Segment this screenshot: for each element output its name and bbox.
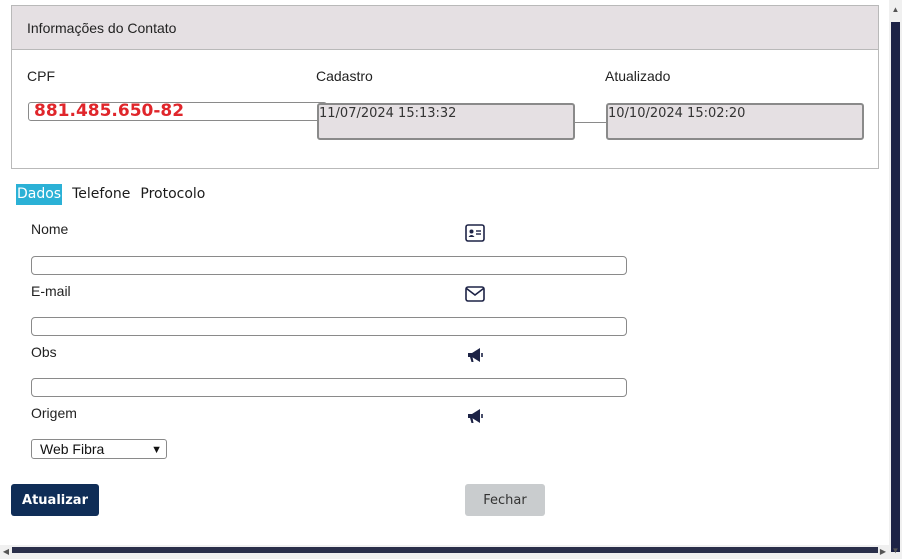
obs-input[interactable] <box>31 378 627 397</box>
divider <box>575 122 607 123</box>
scroll-right-icon[interactable]: ▶ <box>877 545 889 559</box>
tab-telefone[interactable]: Telefone <box>72 184 130 205</box>
fechar-button[interactable]: Fechar <box>465 484 545 516</box>
nome-label: Nome <box>31 221 69 237</box>
cpf-label: CPF <box>27 68 55 84</box>
tab-dados[interactable]: Dados <box>16 184 63 205</box>
panel-header: Informações do Contato <box>12 6 878 50</box>
origem-select[interactable]: Web Fibra ▼ <box>31 439 167 459</box>
cadastro-label: Cadastro <box>316 68 373 84</box>
origem-selected-value: Web Fibra <box>40 441 105 457</box>
megaphone-icon <box>465 345 485 365</box>
atualizado-label: Atualizado <box>605 68 671 84</box>
obs-label: Obs <box>31 344 57 360</box>
tab-protocolo[interactable]: Protocolo <box>140 184 205 205</box>
envelope-icon <box>465 284 485 304</box>
nome-input[interactable] <box>31 256 627 275</box>
panel-title: Informações do Contato <box>27 19 177 36</box>
cpf-field[interactable]: 881.485.650-82 <box>28 102 327 121</box>
atualizado-field: 10/10/2024 15:02:20 <box>606 103 864 140</box>
tab-bar: Dados Telefone Protocolo <box>16 184 205 205</box>
scroll-down-icon[interactable]: ▼ <box>889 544 902 557</box>
chevron-down-icon: ▼ <box>151 444 162 456</box>
scroll-left-icon[interactable]: ◀ <box>0 545 12 559</box>
email-label: E-mail <box>31 283 71 299</box>
megaphone-icon <box>465 406 485 426</box>
scroll-up-icon[interactable]: ▲ <box>889 3 902 16</box>
vertical-scrollbar[interactable]: ▲ ▼ <box>889 0 902 559</box>
contact-info-panel: Informações do Contato CPF Cadastro Atua… <box>11 5 879 169</box>
horizontal-scrollbar[interactable]: ◀ ▶ <box>0 545 889 559</box>
atualizar-button[interactable]: Atualizar <box>11 484 99 516</box>
id-card-icon <box>465 223 485 243</box>
scrollbar-thumb[interactable] <box>891 22 900 552</box>
scrollbar-thumb[interactable] <box>12 547 878 553</box>
origem-label: Origem <box>31 405 77 421</box>
cadastro-field: 11/07/2024 15:13:32 <box>317 103 575 140</box>
email-input[interactable] <box>31 317 627 336</box>
